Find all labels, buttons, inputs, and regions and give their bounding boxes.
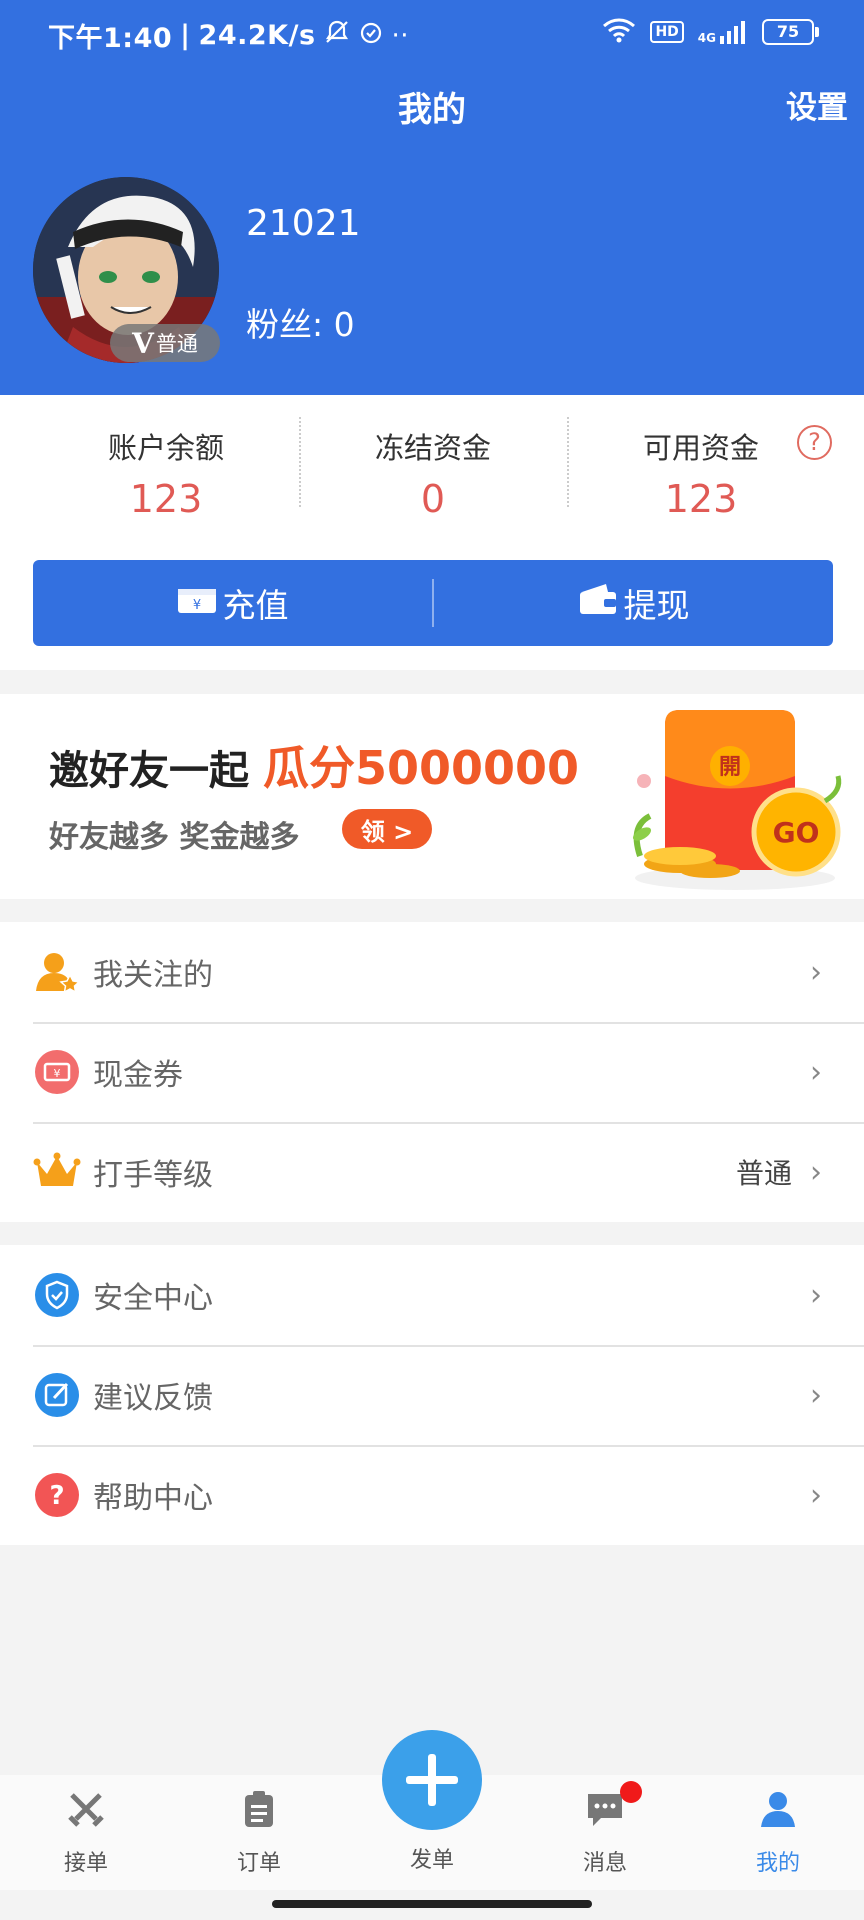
wifi-icon	[602, 17, 636, 47]
go-coin-text: GO	[773, 816, 820, 849]
tab-label: 消息	[582, 1851, 627, 1876]
vip-badge: V 普通	[110, 324, 220, 362]
withdraw-label: 提现	[623, 586, 690, 625]
status-bar: 下午1:40 | 24.2K/s ·· HD 4G 75	[0, 0, 864, 66]
chat-icon	[588, 1794, 622, 1826]
more-dots-icon: ··	[391, 20, 410, 51]
signal-icon: 4G	[698, 20, 748, 44]
tab-label: 接单	[63, 1851, 108, 1876]
username: 21021	[246, 203, 361, 244]
shield-icon	[33, 1271, 81, 1319]
coupon-icon: ¥	[33, 1048, 81, 1096]
fund-action-bar: ¥ 充值 提现	[33, 560, 833, 646]
svg-text:¥: ¥	[192, 598, 200, 613]
menu-label: 建议反馈	[93, 1381, 213, 1416]
stat-label: 冻结资金	[374, 431, 491, 465]
menu-item-coupons[interactable]: ¥ 现金券 ›	[0, 1022, 864, 1122]
network-type: 4G	[697, 31, 716, 45]
home-indicator	[272, 1900, 592, 1908]
chevron-right-icon: ›	[810, 1277, 822, 1313]
battery-indicator: 75	[762, 19, 819, 45]
recharge-button[interactable]: ¥ 充值	[33, 560, 432, 646]
withdraw-button[interactable]: 提现	[434, 560, 833, 646]
post-order-button[interactable]	[382, 1730, 482, 1830]
chevron-right-icon: ›	[810, 954, 822, 990]
edit-icon	[33, 1371, 81, 1419]
tab-messages[interactable]: 消息	[545, 1775, 665, 1890]
fans-count: 粉丝: 0	[246, 305, 355, 344]
hd-badge: HD	[650, 21, 684, 43]
status-left: 下午1:40 | 24.2K/s ··	[48, 16, 409, 55]
red-envelope-icon: 開 GO	[632, 710, 842, 890]
stat-label: 账户余额	[107, 431, 224, 465]
chevron-right-icon: ›	[810, 1154, 822, 1190]
wallet-icon	[578, 582, 618, 624]
stat-value: 123	[129, 477, 203, 521]
stat-account-balance: 账户余额 123	[32, 425, 300, 521]
tab-label: 发单	[409, 1848, 454, 1873]
help-circle-icon[interactable]: ?	[797, 425, 832, 460]
tab-label: 我的	[755, 1851, 800, 1876]
status-separator: |	[180, 20, 191, 51]
alarm-icon	[358, 19, 384, 52]
menu-item-feedback[interactable]: 建议反馈 ›	[0, 1345, 864, 1445]
message-badge-dot	[620, 1781, 642, 1803]
plus-icon	[406, 1754, 458, 1806]
vip-badge-v: V	[132, 326, 154, 360]
recharge-label: 充值	[222, 586, 289, 625]
stat-value: 123	[664, 477, 738, 521]
question-icon: ?	[33, 1471, 81, 1519]
chevron-right-icon: ›	[810, 1377, 822, 1413]
menu-group-support: 安全中心 › 建议反馈 › ? 帮助中心 ›	[0, 1245, 864, 1545]
tab-mine[interactable]: 我的	[718, 1775, 838, 1890]
tab-label: 订单	[236, 1851, 281, 1876]
banner-title-highlight: 瓜分5000000	[262, 741, 579, 795]
svg-text:¥: ¥	[54, 1067, 61, 1080]
menu-label: 帮助中心	[93, 1481, 213, 1516]
chevron-right-icon: ›	[810, 1477, 822, 1513]
envelope-text: 開	[719, 755, 741, 780]
vip-badge-level: 普通	[155, 332, 198, 356]
crown-icon	[33, 1148, 81, 1196]
menu-label: 我关注的	[93, 958, 213, 993]
menu-label: 安全中心	[93, 1281, 213, 1316]
page-title: 我的	[398, 90, 466, 130]
stat-frozen-funds: 冻结资金 0	[299, 425, 567, 521]
stat-available-funds: 可用资金 123	[567, 425, 835, 521]
wallet-card-icon: ¥	[177, 584, 217, 623]
status-speed: 24.2K/s	[198, 20, 316, 51]
person-icon	[761, 1792, 795, 1827]
menu-item-security[interactable]: 安全中心 ›	[0, 1245, 864, 1345]
stat-label: 可用资金	[642, 431, 759, 465]
clipboard-icon	[245, 1791, 273, 1827]
status-time: 下午1:40	[48, 23, 173, 54]
menu-item-help[interactable]: ? 帮助中心 ›	[0, 1445, 864, 1545]
balance-card: 账户余额 123 冻结资金 0 可用资金 123 ? ¥ 充值 提现	[0, 395, 864, 670]
mute-bell-icon	[324, 19, 350, 52]
status-right: HD 4G 75	[602, 17, 819, 47]
banner-subtitle: 好友越多 奖金越多	[49, 820, 300, 855]
claim-button[interactable]: 领 >	[342, 809, 432, 849]
menu-label: 打手等级	[93, 1158, 213, 1193]
swords-icon	[68, 1793, 104, 1827]
level-value: 普通	[735, 1157, 792, 1190]
settings-button[interactable]: 设置	[786, 82, 848, 127]
profile-header: 下午1:40 | 24.2K/s ·· HD 4G 75 我的 设置 V 普通 …	[0, 0, 864, 395]
user-star-icon	[33, 948, 81, 996]
banner-title-prefix: 邀好友一起	[49, 748, 249, 794]
tab-orders[interactable]: 订单	[199, 1775, 319, 1890]
banner-title: 邀好友一起 瓜分5000000	[49, 732, 579, 798]
invite-banner[interactable]: 邀好友一起 瓜分5000000 好友越多 奖金越多 领 > 開 GO	[0, 694, 864, 899]
menu-item-following[interactable]: 我关注的 ›	[0, 922, 864, 1022]
tab-accept-order[interactable]: 接单	[26, 1775, 146, 1890]
menu-item-level[interactable]: 打手等级 普通 ›	[0, 1122, 864, 1222]
stat-value: 0	[420, 477, 446, 521]
chevron-right-icon: ›	[810, 1054, 822, 1090]
menu-group-account: 我关注的 › ¥ 现金券 › 打手等级 普通 ›	[0, 922, 864, 1222]
menu-label: 现金券	[93, 1058, 183, 1093]
svg-text:?: ?	[49, 1481, 64, 1511]
